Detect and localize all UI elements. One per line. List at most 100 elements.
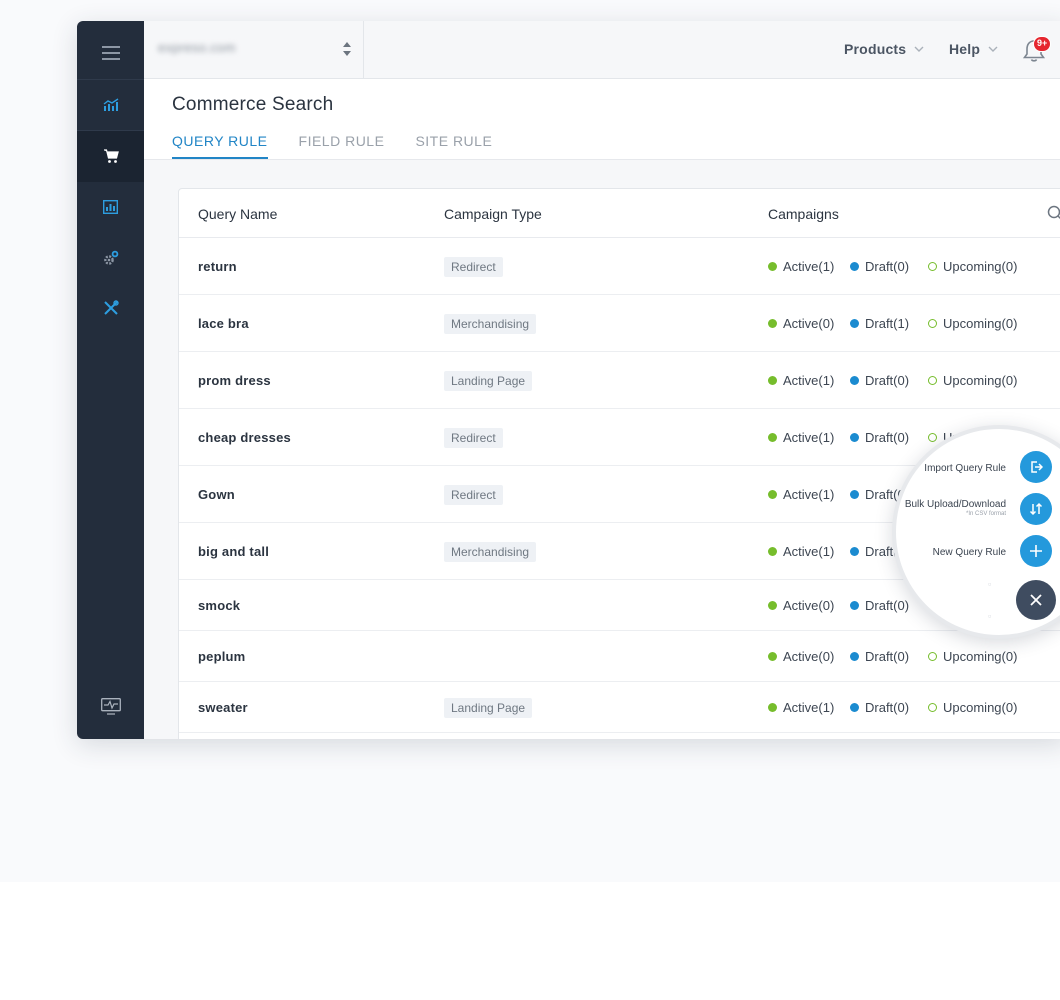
query-name-cell[interactable]: big and tall — [198, 544, 269, 559]
sidebar-item-reports[interactable] — [77, 181, 144, 232]
bar-chart-report-icon — [103, 199, 118, 214]
draft-status-dot-icon — [850, 376, 859, 385]
status-active-label: Active(0) — [783, 598, 835, 613]
bulk-upload-download-text: Bulk Upload/Download — [904, 499, 1006, 510]
column-header-query-name[interactable]: Query Name — [198, 206, 277, 222]
draft-status-dot-icon — [850, 547, 859, 556]
status-active[interactable]: Active(1) — [768, 700, 834, 715]
draft-status-dot-icon — [850, 262, 859, 271]
campaign-type-badge: Redirect — [444, 428, 503, 448]
csv-format-note: *In CSV format — [965, 511, 1006, 517]
tab-site-rule[interactable]: SITE RULE — [415, 133, 492, 160]
products-menu[interactable]: Products — [844, 41, 924, 57]
status-draft[interactable]: Draft(0) — [850, 373, 909, 388]
draft-status-dot-icon — [850, 601, 859, 610]
sidebar-item-commerce[interactable] — [77, 131, 144, 182]
status-active[interactable]: Active(1) — [768, 430, 834, 445]
sidebar-item-monitor[interactable] — [77, 681, 144, 732]
column-header-campaigns[interactable]: Campaigns — [768, 206, 839, 222]
gear-settings-icon — [103, 250, 118, 265]
search-icon[interactable] — [1047, 205, 1060, 221]
page-title: Commerce Search — [172, 94, 334, 115]
close-fab-menu-button[interactable] — [1016, 580, 1056, 620]
status-upcoming-label: Upcoming(0) — [943, 700, 1018, 715]
status-upcoming-label: Upcoming(0) — [943, 649, 1018, 664]
site-name: expreso.com — [158, 40, 236, 55]
upcoming-status-dot-icon — [928, 376, 937, 385]
app-window: expreso.com Products Help 9+ Commerce Se… — [77, 21, 1060, 739]
tools-icon — [103, 299, 119, 315]
status-draft[interactable]: Draft(0) — [850, 430, 909, 445]
query-name-cell[interactable]: Gown — [198, 487, 235, 502]
status-active-label: Active(0) — [783, 316, 835, 331]
status-draft[interactable]: Draft(1) — [850, 316, 909, 331]
draft-status-dot-icon — [850, 319, 859, 328]
query-name-cell[interactable]: sweater — [198, 700, 248, 715]
status-active-label: Active(0) — [783, 649, 835, 664]
query-name-cell[interactable]: lace bra — [198, 316, 249, 331]
active-status-dot-icon — [768, 319, 777, 328]
table-row[interactable]: sweater Landing Page Active(1) Draft(0) Upco… — [179, 682, 1060, 733]
query-name-cell[interactable]: cheap dresses — [198, 430, 291, 445]
draft-status-dot-icon — [850, 703, 859, 712]
active-status-dot-icon — [768, 601, 777, 610]
status-active[interactable]: Active(0) — [768, 649, 834, 664]
status-upcoming[interactable]: Upcoming(0) — [928, 373, 1017, 388]
table-row[interactable]: lace bra Merchandising Active(0) Draft(1) Up… — [179, 295, 1060, 352]
help-menu[interactable]: Help — [949, 41, 998, 57]
import-query-rule-button[interactable] — [1020, 451, 1052, 483]
status-active[interactable]: Active(1) — [768, 544, 834, 559]
campaign-type-badge: Redirect — [444, 485, 503, 505]
menu-icon — [101, 45, 120, 60]
sidebar-item-settings[interactable] — [77, 232, 144, 283]
column-header-campaign-type[interactable]: Campaign Type — [444, 206, 542, 222]
table-row[interactable]: return Redirect Active(1) Draft(0) Upcoming(… — [179, 238, 1060, 295]
status-draft[interactable]: Draft(0) — [850, 700, 909, 715]
status-active[interactable]: Active(1) — [768, 373, 834, 388]
status-upcoming[interactable]: Upcoming(0) — [928, 316, 1017, 331]
status-upcoming[interactable]: Upcoming(0) — [928, 259, 1017, 274]
status-draft[interactable]: Draft(0) — [850, 598, 909, 613]
status-upcoming-label: Upcoming(0) — [943, 316, 1018, 331]
status-active[interactable]: Active(1) — [768, 259, 834, 274]
campaign-type-badge: Landing Page — [444, 698, 533, 718]
site-selector[interactable]: expreso.com — [144, 21, 364, 79]
upcoming-status-dot-icon — [928, 703, 937, 712]
sidebar-item-tools[interactable] — [77, 282, 144, 333]
sidebar-item-analytics[interactable] — [77, 79, 144, 130]
analytics-chart-icon — [103, 97, 118, 111]
top-bar: expreso.com Products Help 9+ — [144, 21, 1060, 79]
table-row[interactable]: prom dress Landing Page Active(1) Draft(0) U… — [179, 352, 1060, 409]
status-active-label: Active(1) — [783, 373, 835, 388]
bulk-upload-download-button[interactable] — [1020, 493, 1052, 525]
status-draft-label: Draft(0) — [865, 259, 910, 274]
campaign-type-badge: Merchandising — [444, 314, 537, 334]
monitor-pulse-icon — [100, 698, 121, 715]
campaign-type-badge: Landing Page — [444, 371, 533, 391]
status-draft-label: Draft(1) — [865, 316, 910, 331]
status-active[interactable]: Active(0) — [768, 316, 834, 331]
new-query-rule-button[interactable] — [1020, 535, 1052, 567]
status-draft-label: Draft(0) — [865, 430, 910, 445]
query-name-cell[interactable]: return — [198, 259, 237, 274]
menu-button[interactable] — [77, 27, 144, 78]
query-name-cell[interactable]: peplum — [198, 649, 245, 664]
tab-field-rule[interactable]: FIELD RULE — [299, 133, 385, 160]
tab-query-rule[interactable]: QUERY RULE — [172, 133, 268, 160]
products-label: Products — [844, 41, 907, 57]
status-draft[interactable]: Draft(0) — [850, 259, 909, 274]
upload-download-arrows-icon — [1029, 502, 1043, 516]
status-upcoming[interactable]: Upcoming(0) — [928, 700, 1017, 715]
draft-status-dot-icon — [850, 433, 859, 442]
status-draft[interactable]: Draft(0) — [850, 649, 909, 664]
active-status-dot-icon — [768, 547, 777, 556]
new-query-rule-label: New Query Rule — [932, 547, 1006, 558]
query-name-cell[interactable]: smock — [198, 598, 240, 613]
status-upcoming[interactable]: Upcoming(0) — [928, 649, 1017, 664]
status-active[interactable]: Active(0) — [768, 598, 834, 613]
table-row[interactable]: peplum Active(0) Draft(0) Upcoming(0) — [179, 631, 1060, 682]
upcoming-status-dot-icon — [928, 262, 937, 271]
active-status-dot-icon — [768, 703, 777, 712]
query-name-cell[interactable]: prom dress — [198, 373, 271, 388]
status-active[interactable]: Active(1) — [768, 487, 834, 502]
